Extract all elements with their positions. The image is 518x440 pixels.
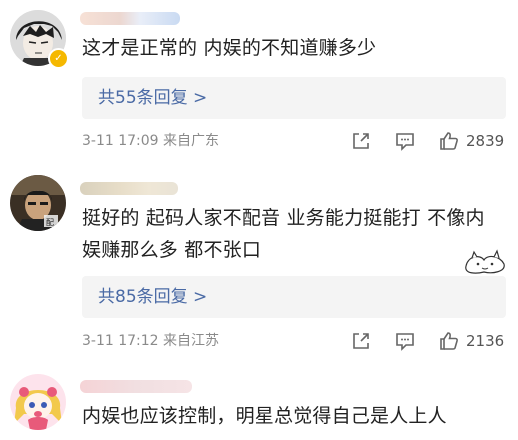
username[interactable] — [80, 182, 178, 195]
svg-text:配: 配 — [46, 218, 54, 227]
comment-item-3: 内娱也应该控制，明星总觉得自己是人上人 — [0, 370, 518, 440]
comment-text: 挺好的 起码人家不配音 业务能力挺能打 不像内娱赚那么多 都不张口 — [82, 207, 485, 261]
avatar[interactable] — [10, 374, 66, 430]
share-icon[interactable] — [350, 330, 372, 352]
username[interactable] — [80, 12, 180, 25]
like-count: 2136 — [466, 332, 505, 350]
avatar[interactable]: 配 — [10, 175, 66, 231]
thumbs-up-icon[interactable] — [438, 130, 460, 152]
comment-item-1: ✓ 这才是正常的 内娱的不知道赚多少 共55条回复 > 3-11 17:09 来… — [0, 0, 518, 160]
comment-text: 这才是正常的 内娱的不知道赚多少 — [82, 37, 377, 59]
reply-box: 共55条回复 > — [82, 77, 506, 119]
avatar-image: 配 — [10, 175, 66, 231]
share-icon[interactable] — [350, 130, 372, 152]
comment-text: 内娱也应该控制，明星总觉得自己是人上人 — [82, 405, 447, 427]
comment-meta-row: 3-11 17:09 来自广东 2839 — [82, 130, 510, 152]
view-replies-link[interactable]: 共55条回复 > — [98, 77, 207, 119]
reply-box: 共85条回复 > — [82, 276, 506, 318]
username[interactable] — [80, 380, 192, 393]
avatar-image — [10, 374, 66, 430]
verified-badge-icon: ✓ — [48, 48, 69, 69]
like-count: 2839 — [466, 132, 505, 150]
view-replies-link[interactable]: 共85条回复 > — [98, 276, 207, 318]
comment-meta-row: 3-11 17:12 来自江苏 2136 — [82, 330, 510, 352]
comment-icon[interactable] — [394, 330, 416, 352]
comment-item-2: 配 挺好的 起码人家不配音 业务能力挺能打 不像内娱赚那么多 都不张口 共85条… — [0, 170, 518, 360]
comment-timestamp-location: 3-11 17:12 来自江苏 — [82, 333, 220, 349]
thumbs-up-icon[interactable] — [438, 330, 460, 352]
comment-feed: ✓ 这才是正常的 内娱的不知道赚多少 共55条回复 > 3-11 17:09 来… — [0, 0, 518, 440]
comment-timestamp-location: 3-11 17:09 来自广东 — [82, 133, 220, 149]
cat-sticker-icon — [462, 248, 508, 276]
comment-icon[interactable] — [394, 130, 416, 152]
